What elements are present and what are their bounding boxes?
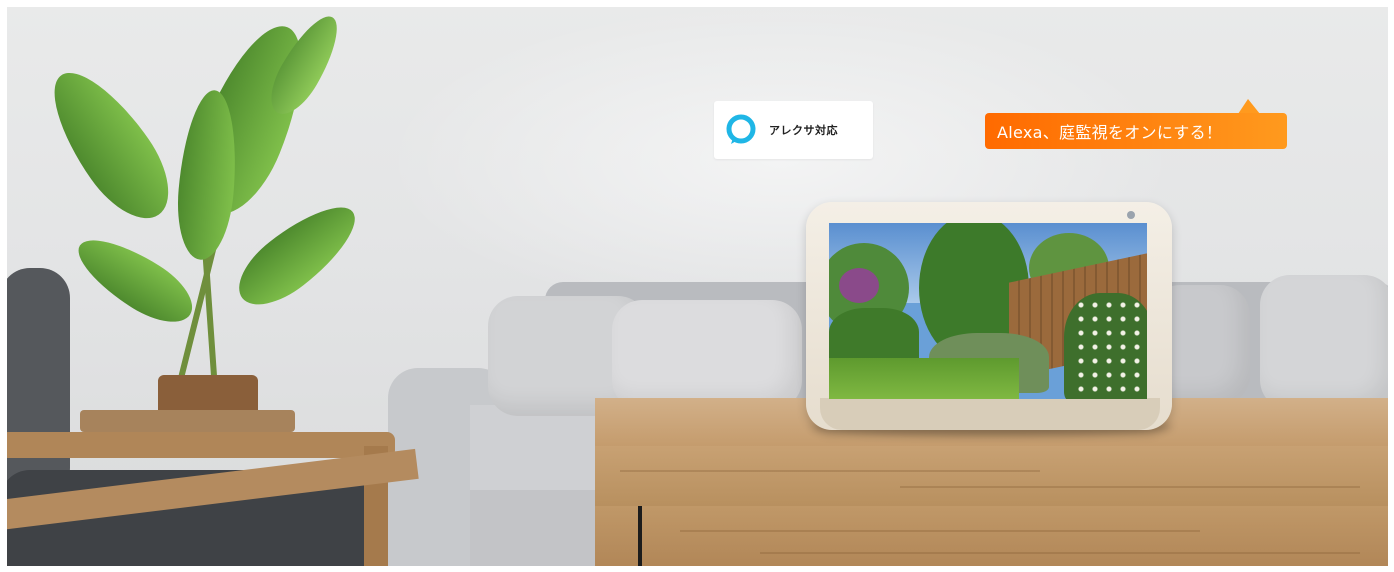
wood-grain	[680, 530, 1200, 532]
screen-lawn	[829, 358, 1019, 399]
table-gap	[638, 506, 642, 572]
chair-armrest	[0, 432, 395, 458]
screen-tree-purple	[839, 268, 879, 303]
voice-command-text: Alexa、庭監視をオンにする！	[997, 123, 1223, 142]
wood-grain	[760, 552, 1360, 554]
side-table	[80, 410, 295, 432]
cushion	[612, 300, 802, 410]
cushion	[1260, 275, 1394, 410]
plant-leaf	[32, 55, 188, 235]
alexa-badge-label: アレクサ対応	[769, 124, 838, 137]
voice-command-bubble: Alexa、庭監視をオンにする！	[985, 113, 1287, 149]
camera-icon	[1127, 211, 1135, 219]
chair-back	[0, 268, 70, 498]
living-room-scene: アレクサ対応 Alexa、庭監視をオンにする！	[0, 0, 1394, 572]
speech-bubble-tail	[1238, 99, 1260, 114]
alexa-ring-icon	[725, 114, 757, 146]
alexa-compatible-badge: アレクサ対応	[714, 101, 873, 159]
wooden-table-drawer	[595, 506, 1394, 572]
wood-grain	[620, 470, 1040, 472]
smart-display-base	[820, 398, 1160, 430]
wood-grain	[900, 486, 1360, 488]
display-screen	[829, 223, 1147, 399]
plant-leaf	[225, 190, 370, 320]
screen-flowers	[1074, 298, 1144, 393]
wooden-table-edge	[595, 446, 1394, 506]
